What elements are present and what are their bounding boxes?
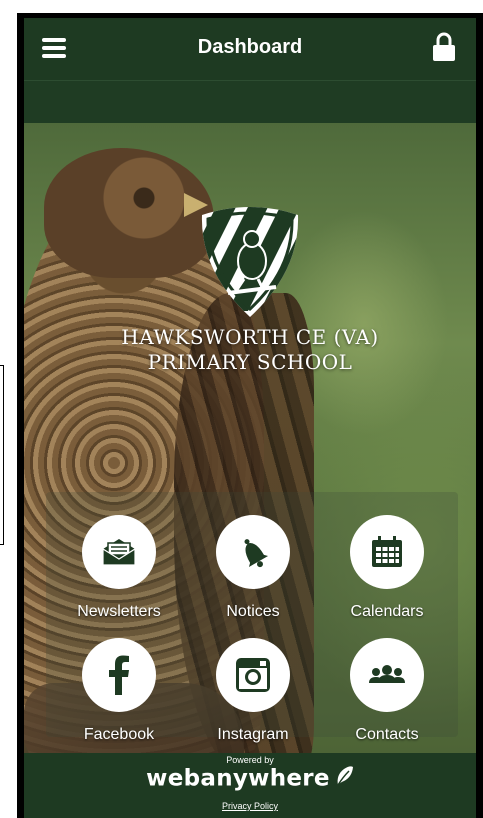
calendars-circle bbox=[350, 515, 424, 589]
facebook-icon bbox=[109, 655, 129, 695]
bell-icon bbox=[244, 539, 269, 568]
sub-header-bar bbox=[24, 81, 476, 123]
powered-by-text: Powered by bbox=[226, 755, 274, 765]
school-name-line2: PRIMARY SCHOOL bbox=[147, 350, 353, 374]
app-header: Dashboard bbox=[24, 18, 476, 81]
notices-label: Notices bbox=[226, 603, 280, 620]
contacts-circle bbox=[350, 638, 424, 712]
instagram-icon bbox=[236, 658, 270, 692]
calendar-icon bbox=[372, 536, 402, 567]
school-crest-logo bbox=[194, 201, 306, 321]
page-title: Dashboard bbox=[197, 36, 303, 58]
brand-name: webanywhere bbox=[146, 765, 330, 792]
phone-frame: Dashboard HAWKSWORTH CE (VA) PRIMARY SCH… bbox=[17, 13, 483, 818]
webanywhere-logo: webanywhere bbox=[24, 765, 476, 793]
lock-icon[interactable] bbox=[432, 32, 456, 62]
frame-edge bbox=[0, 365, 4, 545]
school-name-line1: HAWKSWORTH CE (VA) bbox=[121, 325, 379, 349]
facebook-circle bbox=[82, 638, 156, 712]
instagram-tile[interactable]: Instagram bbox=[187, 638, 319, 753]
frame-top bbox=[0, 0, 483, 13]
newsletters-circle bbox=[82, 515, 156, 589]
newsletters-label: Newsletters bbox=[77, 603, 161, 620]
instagram-label: Instagram bbox=[217, 726, 289, 743]
calendars-label: Calendars bbox=[350, 603, 424, 620]
hero-background: HAWKSWORTH CE (VA) PRIMARY SCHOOL Newsle… bbox=[24, 123, 476, 753]
app-footer: Powered by webanywhere Privacy Policy bbox=[24, 753, 476, 818]
privacy-policy-link[interactable]: Privacy Policy bbox=[24, 801, 476, 811]
facebook-label: Facebook bbox=[83, 726, 155, 743]
contacts-tile[interactable]: Contacts bbox=[321, 638, 453, 753]
calendars-tile[interactable]: Calendars bbox=[321, 515, 453, 631]
newsletters-tile[interactable]: Newsletters bbox=[53, 515, 185, 631]
school-name: HAWKSWORTH CE (VA) PRIMARY SCHOOL bbox=[24, 325, 476, 375]
envelope-icon bbox=[102, 539, 136, 566]
instagram-circle bbox=[216, 638, 290, 712]
people-icon bbox=[369, 665, 405, 683]
notices-tile[interactable]: Notices bbox=[187, 515, 319, 631]
facebook-tile[interactable]: Facebook bbox=[53, 638, 185, 753]
leaf-icon bbox=[334, 765, 354, 793]
app-screen: Dashboard HAWKSWORTH CE (VA) PRIMARY SCH… bbox=[24, 18, 476, 818]
contacts-label: Contacts bbox=[355, 726, 419, 743]
notices-circle bbox=[216, 515, 290, 589]
